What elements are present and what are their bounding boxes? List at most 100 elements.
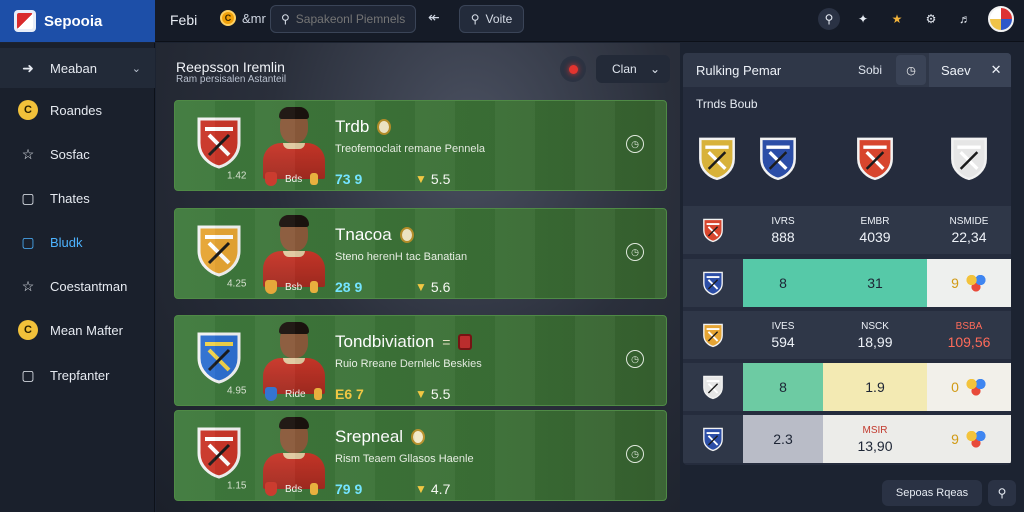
cell-label: BSBA [955, 320, 983, 332]
ranking-row[interactable]: 8 31 9 [683, 259, 1011, 307]
ranking-cell: EMBR 4039 [823, 206, 927, 254]
card-number: 1.42 [227, 170, 247, 182]
player-alt-stat: ▼ 5.6 [415, 279, 450, 295]
search-input[interactable] [295, 12, 406, 26]
cell-value: 0 [951, 379, 959, 395]
card-mini-stats: Bsb [265, 280, 319, 294]
mini-crest-icon [265, 280, 277, 294]
sidebar-item-bludk[interactable]: ▢ Bludk [0, 222, 155, 262]
sidebar-item-sosfac[interactable]: ☆ Sosfac [0, 134, 155, 174]
sidebar-item-coestantman[interactable]: ☆ Coestantman [0, 266, 155, 306]
player-card[interactable]: 1.15 Bds Srepneal Rism Teaem Gllasos Hae… [174, 410, 667, 501]
back-arrow-icon[interactable]: ↞ [428, 9, 440, 26]
search-icon[interactable]: ⚲ [818, 8, 840, 30]
sidebar-item-thates[interactable]: ▢ Thates [0, 178, 155, 218]
player-rating: 73 9 [335, 171, 363, 187]
row-crest-icon [702, 217, 724, 243]
mini-label: Bsb [285, 281, 303, 293]
alt-stat-value: 4.7 [430, 481, 451, 497]
mini-badge-icon [310, 483, 319, 495]
team-crest-icon[interactable] [697, 127, 737, 189]
sort-button[interactable]: Sobi [858, 63, 882, 77]
card-mini-stats: Bds [265, 172, 319, 186]
player-alt-stat: ▼ 4.7 [415, 481, 450, 497]
player-subtitle: Rism Teaem Gllasos Haenle [335, 453, 474, 465]
card-action-icon[interactable]: ◷ [626, 445, 644, 463]
chevron-down-icon: ⌄ [649, 62, 660, 76]
avatar[interactable] [988, 6, 1014, 32]
ranking-cell: 1.9 [823, 363, 927, 411]
ranking-header: Rulking Pemar Sobi ◷ Saev ✕ [683, 53, 1011, 87]
star-icon: ☆ [21, 145, 35, 162]
club-crest-icon [195, 115, 243, 169]
ranking-row[interactable]: 2.3 MSIR 13,90 9 [683, 415, 1011, 463]
card-action-icon[interactable]: ◷ [626, 243, 644, 261]
page-title: Reepsson Iremlin [176, 59, 285, 75]
ranking-row[interactable]: IVES 594 NSCK 18,99 BSBA 109,56 [683, 311, 1011, 359]
cell-value: 31 [867, 275, 883, 291]
sidebar-item-label: Trepfanter [50, 367, 110, 383]
team-crest-icon[interactable] [949, 127, 989, 189]
save-button[interactable]: Saev ✕ [929, 53, 1011, 87]
lightning-icon[interactable]: ✦ [852, 8, 874, 30]
sidebar-item-roandes[interactable]: C Roandes [0, 90, 155, 130]
gear-icon[interactable]: ⚙ [920, 8, 942, 30]
cell-value: 888 [771, 228, 795, 245]
cell-value: 18,99 [857, 333, 893, 350]
player-alt-stat: ▼ 5.5 [415, 171, 450, 187]
player-card[interactable]: 4.25 Bsb Tnacoa Steno herenH tac Banatia… [174, 208, 667, 299]
clock-icon[interactable]: ◷ [896, 55, 926, 85]
team-crest-icon[interactable] [855, 127, 895, 189]
cell-label: IVES [771, 320, 795, 332]
arrow-icon: ➜ [22, 59, 34, 76]
sidebar-item-mean-mafter[interactable]: C Mean Mafter [0, 310, 155, 350]
team-crest-icon[interactable] [758, 127, 798, 189]
pager-button[interactable]: Sepoas Rqeas [882, 480, 982, 506]
close-icon[interactable]: ✕ [991, 62, 1002, 78]
ranking-cell [683, 259, 743, 307]
ranking-row[interactable]: IVRS 888 EMBR 4039 NSMIDE 22,34 [683, 206, 1011, 254]
coin-balance[interactable]: C &mr [220, 10, 266, 26]
top-label[interactable]: Febi [170, 12, 197, 28]
chevron-down-icon[interactable]: ⌄ [132, 62, 141, 75]
sidebar-item-label: Roandes [50, 102, 103, 118]
bell-icon[interactable]: ♬ [954, 8, 976, 30]
ranking-cell [683, 311, 743, 359]
sidebar-item-label: Sosfac [50, 146, 90, 162]
cell-value: 8 [779, 379, 787, 395]
ranking-cell: NSMIDE 22,34 [927, 206, 1011, 254]
cell-value: 4039 [859, 228, 891, 245]
cell-value: 1.9 [865, 379, 885, 395]
cell-label: MSIR [862, 424, 888, 436]
card-action-icon[interactable]: ◷ [626, 135, 644, 153]
ranking-cell: 31 [823, 259, 927, 307]
cell-value: 13,90 [857, 437, 893, 454]
sidebar-item-trepfanter[interactable]: ▢ Trepfanter [0, 355, 155, 395]
ranking-cell: IVRS 888 [743, 206, 823, 254]
star-icon: ☆ [21, 277, 35, 294]
filter-dropdown[interactable]: Clan ⌄ [596, 55, 670, 83]
ranking-subtitle: Trnds Boub [696, 97, 758, 111]
player-rating: E6 7 [335, 386, 364, 402]
search-box[interactable]: ⚲ [270, 5, 416, 33]
player-subtitle: Steno herenH tac Banatian [335, 251, 468, 263]
ranking-panel: Rulking Pemar Sobi ◷ Saev ✕ Trnds Boub I… [683, 53, 1011, 465]
player-card[interactable]: 1.42 Bds Trdb Treofemoclait remane Penne… [174, 100, 667, 191]
cell-value: 109,56 [947, 333, 991, 350]
record-button[interactable] [560, 56, 586, 82]
sidebar-item-label: Thates [50, 190, 90, 206]
trophy-icon[interactable]: ★ [886, 8, 908, 30]
cell-label: EMBR [860, 215, 890, 227]
mini-badge-icon [313, 388, 322, 400]
top-icons: ⚲ ✦ ★ ⚙ ♬ [818, 6, 1014, 32]
card-action-icon[interactable]: ◷ [626, 350, 644, 368]
brand[interactable]: Sepooia [0, 0, 155, 42]
help-icon[interactable]: ⚲ [988, 480, 1016, 506]
player-card[interactable]: 4.95 Ride Tondbiviation = Ruio Rreane De… [174, 315, 667, 406]
ranking-row[interactable]: 8 1.9 0 [683, 363, 1011, 411]
cell-value: 8 [779, 275, 787, 291]
ranking-cell: NSCK 18,99 [823, 311, 927, 359]
voice-button[interactable]: ⚲ Voite [459, 5, 524, 33]
sidebar-item-label: Coestantman [50, 278, 128, 294]
sidebar-item-meaban[interactable]: ➜ Meaban ⌄ [0, 48, 155, 88]
